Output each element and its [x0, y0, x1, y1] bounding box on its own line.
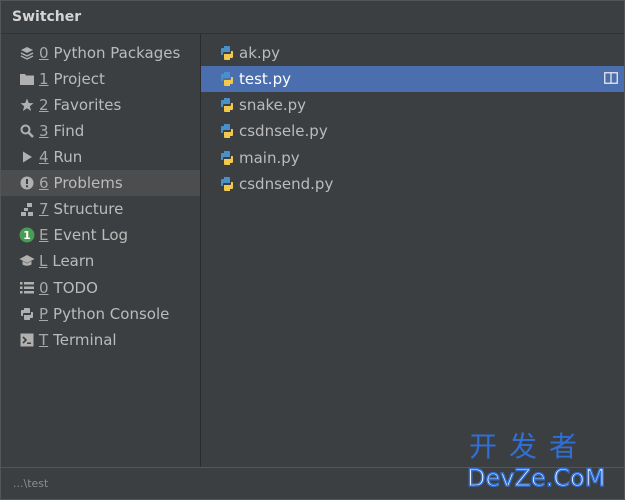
- window-title: Switcher: [1, 1, 624, 34]
- mnemonic: T: [39, 331, 49, 349]
- terminal-icon: [19, 332, 35, 348]
- tool-window-problems[interactable]: 6 Problems: [1, 170, 200, 196]
- mnemonic: E: [39, 226, 49, 244]
- tool-window-label: Project: [53, 70, 105, 88]
- tool-window-favorites[interactable]: 2 Favorites: [1, 92, 200, 118]
- layers-icon: [19, 45, 35, 61]
- switcher-window: Switcher 0 Python Packages 1 Project 2 F…: [0, 0, 625, 500]
- warning-icon: [19, 175, 35, 191]
- folder-icon: [19, 71, 35, 87]
- file-item[interactable]: csdnsend.py: [201, 171, 624, 197]
- file-item[interactable]: main.py: [201, 145, 624, 171]
- mnemonic: 3: [39, 122, 49, 140]
- play-icon: [19, 149, 35, 165]
- tool-window-label: Problems: [53, 174, 123, 192]
- tool-window-structure[interactable]: 7 Structure: [1, 196, 200, 222]
- python-icon: [19, 306, 35, 322]
- tool-window-learn[interactable]: L Learn: [1, 248, 200, 274]
- tool-window-label: Event Log: [53, 226, 129, 244]
- open-in-split-icon[interactable]: [604, 71, 618, 85]
- file-name: snake.py: [239, 96, 307, 114]
- file-name: main.py: [239, 149, 300, 167]
- file-item-selected[interactable]: test.py: [201, 66, 624, 92]
- python-file-icon: [219, 176, 235, 192]
- recent-files-list: ak.py test.py snake.py csdnsele.py main.…: [201, 34, 624, 467]
- python-file-icon: [219, 123, 235, 139]
- structure-icon: [19, 201, 35, 217]
- tool-window-find[interactable]: 3 Find: [1, 118, 200, 144]
- tool-window-label: Structure: [53, 200, 124, 218]
- file-name: ak.py: [239, 44, 281, 62]
- file-item[interactable]: ak.py: [201, 40, 624, 66]
- tool-window-label: Find: [53, 122, 85, 140]
- python-file-icon: [219, 45, 235, 61]
- tool-window-label: Favorites: [53, 96, 122, 114]
- tool-window-label: Learn: [52, 252, 95, 270]
- file-item[interactable]: csdnsele.py: [201, 118, 624, 144]
- file-name: csdnsele.py: [239, 122, 328, 140]
- event-log-icon: 1: [19, 227, 35, 243]
- tool-window-project[interactable]: 1 Project: [1, 66, 200, 92]
- python-file-icon: [219, 97, 235, 113]
- event-log-badge: 1: [23, 229, 31, 242]
- tool-window-label: TODO: [53, 279, 98, 297]
- mnemonic: 4: [39, 148, 49, 166]
- mnemonic: 6: [39, 174, 49, 192]
- watermark-bottom-text: DevZe.CoM: [466, 463, 606, 493]
- file-name: test.py: [239, 70, 291, 88]
- mnemonic: 0: [39, 44, 49, 62]
- mnemonic: L: [39, 252, 48, 270]
- tool-window-python-console[interactable]: P Python Console: [1, 301, 200, 327]
- file-name: csdnsend.py: [239, 175, 334, 193]
- python-file-icon: [219, 71, 235, 87]
- python-file-icon: [219, 150, 235, 166]
- tool-window-list: 0 Python Packages 1 Project 2 Favorites …: [1, 34, 201, 467]
- tool-window-label: Run: [53, 148, 83, 166]
- tool-window-run[interactable]: 4 Run: [1, 144, 200, 170]
- tool-window-event-log[interactable]: 1 E Event Log: [1, 222, 200, 248]
- mnemonic: 7: [39, 200, 49, 218]
- mnemonic: 0: [39, 279, 49, 297]
- tool-window-terminal[interactable]: T Terminal: [1, 327, 200, 353]
- file-item[interactable]: snake.py: [201, 92, 624, 118]
- search-icon: [19, 123, 35, 139]
- mnemonic: 1: [39, 70, 49, 88]
- list-icon: [19, 280, 35, 296]
- star-icon: [19, 97, 35, 113]
- graduation-cap-icon: [19, 253, 35, 269]
- mnemonic: 2: [39, 96, 49, 114]
- tool-window-python-packages[interactable]: 0 Python Packages: [1, 40, 200, 66]
- tool-window-label: Python Packages: [53, 44, 181, 62]
- mnemonic: P: [39, 305, 49, 323]
- watermark-top-text: 开发者: [469, 430, 590, 463]
- tool-window-label: Python Console: [53, 305, 170, 323]
- tool-window-label: Terminal: [53, 331, 117, 349]
- watermark-logo: 开发者 DevZe.CoM: [466, 430, 623, 497]
- tool-window-todo[interactable]: 0 TODO: [1, 275, 200, 301]
